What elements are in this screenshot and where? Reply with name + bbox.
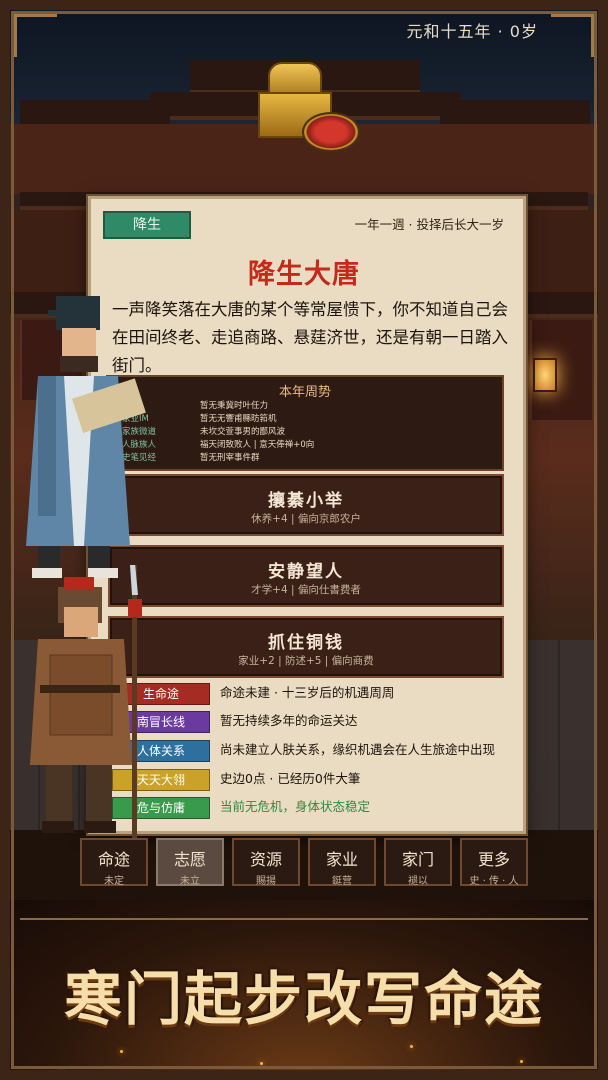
tab-jiaye[interactable]: 家业 鋌营 xyxy=(308,838,376,887)
choice-button[interactable]: 抓住铜钱 家业+2 | 防述+5 | 偏向商费 xyxy=(108,616,504,678)
event-story: 一声降笑落在大唐的某个等常屋愦下，你不知道自己会在田间终老、走追商路、悬莛济世，… xyxy=(112,300,508,375)
tab-sub: 未立 xyxy=(180,876,200,887)
tab-label: 更多 xyxy=(477,850,510,869)
ink-pad-icon xyxy=(302,112,360,152)
tab-zhiyuan[interactable]: 志愿 未立 xyxy=(156,838,224,887)
near-roof-right xyxy=(520,292,608,318)
tab-sub: 未定 xyxy=(104,876,124,887)
stat-text: 史边0点 · 已经历0件大筆 xyxy=(220,771,361,786)
stat-text: 命途未建 · 十三岁后的机遇周周 xyxy=(220,685,395,700)
tab-more[interactable]: 更多史 · 传 · 人 xyxy=(460,838,528,887)
tab-ziyuan[interactable]: 资源 賜揚 xyxy=(232,838,300,887)
ember-particle xyxy=(120,1050,123,1053)
age-date-label: 元和十五年 · 0岁 xyxy=(406,22,538,41)
choice-desc: 家业+2 | 防述+5 | 偏向商费 xyxy=(238,655,374,667)
choice-desc: 才学+4 | 偏向仕書费者 xyxy=(251,584,361,596)
event-title: 降生大唐 xyxy=(248,259,360,290)
tab-sub: 褪以 xyxy=(408,876,428,887)
year-row-value: 暂无秉冀时叶任力 xyxy=(200,401,269,411)
tab-jiamen[interactable]: 家门 褪以 xyxy=(384,838,452,887)
event-tag: 降生 xyxy=(103,211,191,239)
year-row: 家业IM 暂无无響甫縣昉筘机 xyxy=(122,412,492,424)
banner-divider xyxy=(20,918,588,920)
year-situation-title: 本年周势 xyxy=(278,385,331,400)
year-row: 史笔见经 暂无刑宰事件群 xyxy=(122,451,492,463)
year-row: 命途暂无秉冀时叶任力 xyxy=(122,399,492,411)
tab-label: 资源 xyxy=(249,850,282,869)
tab-label: 志愿 xyxy=(173,850,206,869)
choice-button[interactable]: 安静望人 才学+4 | 偏向仕書费者 xyxy=(108,545,504,607)
choice-title: 安静望人 xyxy=(268,562,344,582)
choice-title: 攘綦小举 xyxy=(268,491,344,511)
year-row: 家族微道 未坎交萱事男的鄙风波 xyxy=(122,425,492,437)
year-row-value: 暂无刑宰事件群 xyxy=(200,453,260,463)
choice-button[interactable]: 攘綦小举 休养+4 | 偏向京郎农户 xyxy=(108,474,504,536)
soldier-guard-figure xyxy=(30,565,142,840)
ember-particle xyxy=(60,1070,63,1073)
frame-corner xyxy=(551,14,594,57)
tab-sub: 賜揚 xyxy=(256,876,276,887)
tab-mingtu[interactable]: 命途 未定 xyxy=(80,838,148,887)
event-hint: 一年一週 · 投择后长大一岁 xyxy=(354,217,504,232)
frame-corner xyxy=(14,14,57,57)
ember-particle xyxy=(260,1062,263,1065)
choice-desc: 休养+4 | 偏向京郎农户 xyxy=(251,513,361,525)
tab-label: 家门 xyxy=(401,850,434,869)
scholar-official-figure xyxy=(26,296,146,578)
year-row: 人脉族人 福天闭致败人 | 意天俸禅+0向 xyxy=(122,438,492,450)
year-row-value: 福天闭致败人 | 意天俸禅+0向 xyxy=(200,440,315,450)
stat-text: 暂无持续多年的命运关达 xyxy=(220,713,358,728)
year-row-value: 未坎交萱事男的鄙风波 xyxy=(200,427,286,437)
ember-particle xyxy=(520,1060,523,1063)
lantern-icon xyxy=(533,358,557,392)
tab-sub: 鋌营 xyxy=(332,876,352,887)
promo-slogan: 寒门起步改写命途 xyxy=(63,965,544,1033)
tab-label: 命途 xyxy=(97,850,130,869)
year-situation-box: 本年周势 命途暂无秉冀时叶任力 家业IM暂无无響甫縣昉筘机 家族微道未坎交萱事男… xyxy=(106,375,504,471)
year-row-value: 暂无无響甫縣昉筘机 xyxy=(200,414,277,424)
tab-label: 家业 xyxy=(325,850,358,869)
choice-title: 抓住铜钱 xyxy=(268,633,344,653)
tab-sub: 史 · 传 · 人 xyxy=(469,876,519,887)
ember-particle xyxy=(410,1045,413,1048)
stat-text: 当前无危机，身体状态稳定 xyxy=(220,799,371,814)
stat-text: 尚未建立人肤关系，缘织机遇会在人生旅途中出现 xyxy=(220,742,496,757)
bottom-tab-bar: 命途未定 志愿未立 资源賜揚 家业鋌营 家门褪以 更多史 · 传 · 人 xyxy=(80,838,530,888)
